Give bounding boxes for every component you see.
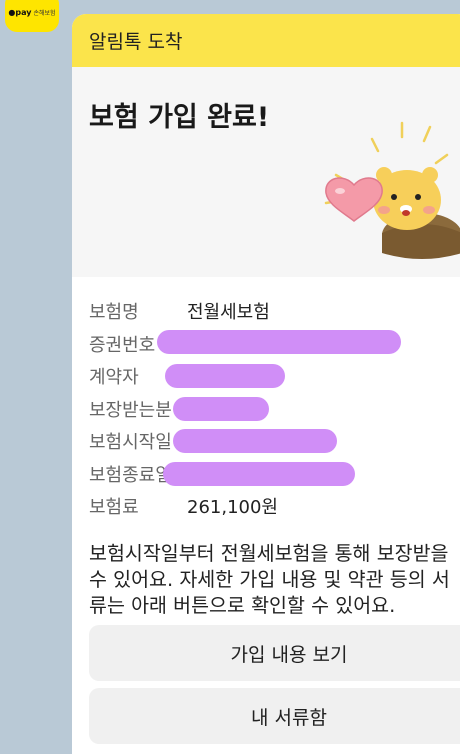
detail-row-contractor: 계약자 [89,360,455,393]
character-illustration [324,121,460,259]
pay-logo: ●pay [8,7,32,17]
detail-value: 전월세보험 [187,302,270,324]
details-list: 보험명 전월세보험 증권번호 계약자 보장받는분 보험시작일 보험종료일 보험료… [72,277,460,523]
view-details-button[interactable]: 가입 내용 보기 [89,625,460,681]
redaction-mark [163,461,355,486]
detail-row-start-date: 보험시작일 [89,425,455,458]
message-bubble: 알림톡 도착 보험 가입 완료! 보험명 전월세보험 증권번호 계약자 보장받는… [72,14,460,754]
header-title: 알림톡 도착 [89,31,183,53]
hero-title: 보험 가입 완료! [89,102,270,133]
detail-row-insured: 보장받는분 [89,393,455,426]
detail-row-policy-number: 증권번호 [89,328,455,361]
description-line: 류는 아래 버튼으로 확인할 수 있어요. [89,593,396,617]
detail-row-premium: 보험료 261,100원 [89,490,455,523]
redaction-mark [157,329,401,354]
redaction-mark [165,364,285,388]
description-text: 보험시작일부터 전월세보험을 통해 보장받을 수 있어요. 자세한 가입 내용 … [72,523,460,619]
redaction-mark [173,429,337,453]
detail-label: 보험료 [89,497,139,519]
detail-label: 보험명 [89,302,139,324]
detail-row-end-date: 보험종료일 [89,458,455,491]
sender-avatar[interactable]: ●pay 손해보험 [5,0,59,32]
description-line: 보험시작일부터 전월세보험을 통해 보장받을 [89,541,449,565]
service-logo: 손해보험 [33,9,56,17]
redaction-mark [173,396,269,421]
description-line: 수 있어요. 자세한 가입 내용 및 약관 등의 서 [89,567,450,591]
detail-row-insurance-name: 보험명 전월세보험 [89,295,455,328]
detail-value: 261,100원 [187,497,278,519]
my-documents-button[interactable]: 내 서류함 [89,688,460,744]
bubble-header: 알림톡 도착 [72,14,460,67]
hero-section: 보험 가입 완료! [72,67,460,277]
